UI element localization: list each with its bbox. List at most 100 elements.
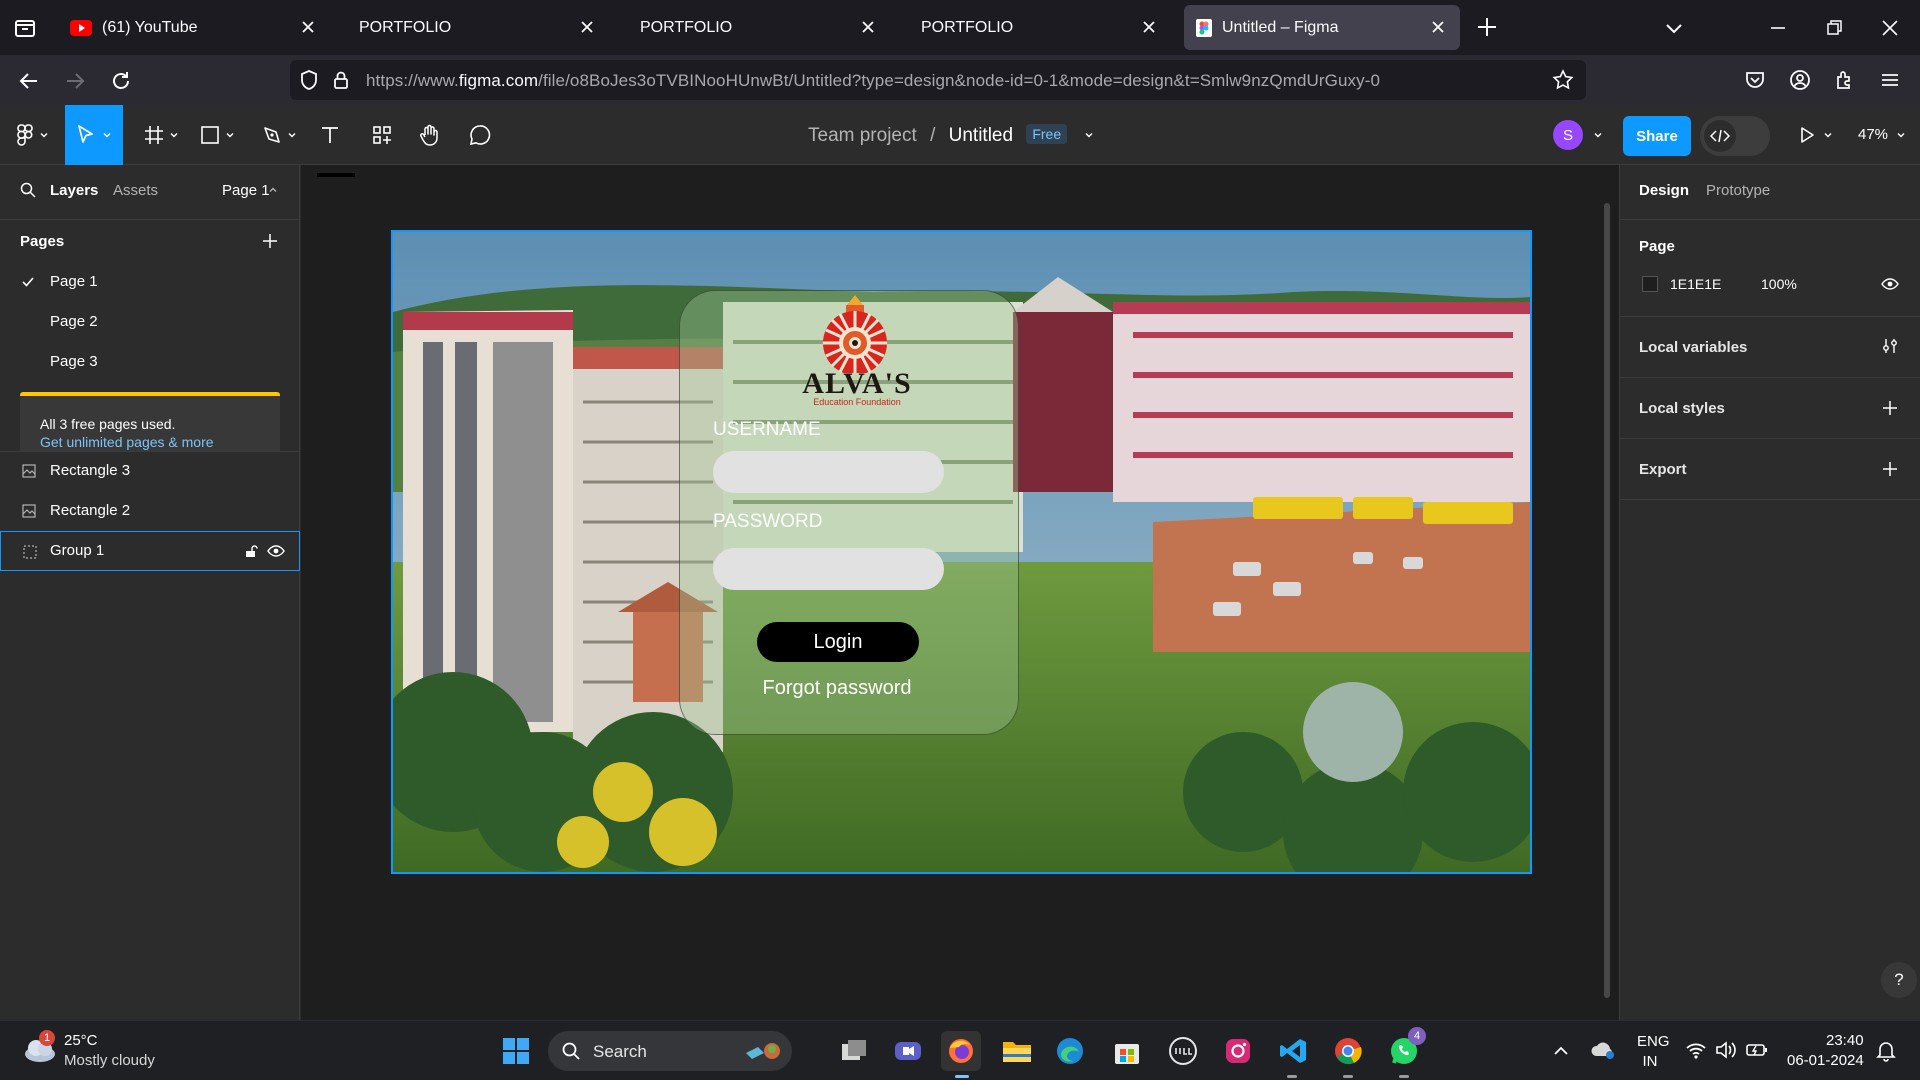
export-heading[interactable]: Export [1639, 461, 1687, 478]
close-icon[interactable] [1139, 17, 1159, 37]
taskbar-search-box[interactable]: Search [548, 1031, 792, 1071]
variables-adjust-icon[interactable] [1881, 337, 1899, 355]
page-color-opacity[interactable]: 100% [1761, 276, 1797, 292]
unlock-icon[interactable] [244, 544, 258, 558]
chevron-up-icon[interactable] [268, 185, 278, 195]
task-view-icon[interactable] [834, 1031, 874, 1071]
instagram-icon[interactable] [1218, 1031, 1258, 1071]
vscode-icon[interactable] [1273, 1031, 1313, 1071]
tab-figma[interactable]: Untitled – Figma [1184, 5, 1460, 50]
dell-icon[interactable] [1163, 1031, 1203, 1071]
meet-video-icon[interactable] [888, 1031, 928, 1071]
chevron-down-icon[interactable] [1896, 130, 1906, 140]
page-item-1[interactable]: Page 1 [0, 262, 300, 302]
design-frame[interactable]: ALVA'S Education Foundation USERNAME PAS… [391, 230, 1532, 874]
language-code[interactable]: ENG [1637, 1033, 1670, 1050]
move-tool-button[interactable] [65, 105, 123, 165]
close-icon[interactable] [577, 17, 597, 37]
figma-canvas[interactable]: ALVA'S Education Foundation USERNAME PAS… [301, 165, 1619, 1020]
page-item-3[interactable]: Page 3 [0, 342, 300, 382]
edge-browser-icon[interactable] [1050, 1031, 1090, 1071]
hand-tool-button[interactable] [415, 115, 445, 155]
tab-portfolio-2[interactable]: PORTFOLIO [618, 5, 890, 50]
forward-arrow-icon[interactable] [62, 68, 88, 94]
zoom-level[interactable]: 47% [1858, 126, 1888, 143]
firefox-icon[interactable] [941, 1031, 981, 1071]
chevron-down-icon[interactable] [1662, 16, 1686, 40]
clock-time[interactable]: 23:40 [1826, 1032, 1864, 1049]
comment-tool-button[interactable] [465, 115, 495, 155]
help-button[interactable]: ? [1881, 962, 1917, 998]
bookmark-star-icon[interactable] [1552, 69, 1574, 91]
restore-icon[interactable] [1822, 16, 1846, 40]
volume-icon[interactable] [1714, 1040, 1736, 1060]
team-name[interactable]: Team project [808, 125, 917, 146]
clock-date[interactable]: 06-01-2024 [1787, 1052, 1864, 1069]
resources-tool-button[interactable] [367, 115, 397, 155]
local-variables-heading[interactable]: Local variables [1639, 339, 1747, 356]
page-selector[interactable]: Page 1 [222, 182, 270, 199]
tab-layers[interactable]: Layers [50, 182, 98, 199]
account-icon[interactable] [1788, 68, 1812, 92]
pen-tool-button[interactable] [258, 115, 300, 155]
login-button[interactable]: Login [757, 622, 919, 662]
tab-list-icon[interactable] [12, 15, 38, 41]
dev-mode-toggle[interactable] [1700, 116, 1770, 156]
chevron-down-icon[interactable] [1823, 130, 1833, 140]
window-close-icon[interactable] [1878, 16, 1902, 40]
tab-portfolio-3[interactable]: PORTFOLIO [899, 5, 1171, 50]
back-arrow-icon[interactable] [16, 68, 42, 94]
share-button[interactable]: Share [1623, 116, 1691, 156]
tab-youtube[interactable]: (61) YouTube [58, 5, 330, 50]
layer-row-group-1[interactable]: Group 1 [0, 531, 300, 571]
lock-icon[interactable] [330, 69, 352, 91]
avatar[interactable]: S [1553, 120, 1583, 150]
minimize-icon[interactable] [1766, 16, 1790, 40]
close-icon[interactable] [858, 17, 878, 37]
text-tool-button[interactable] [315, 115, 345, 155]
frame-tool-button[interactable] [140, 115, 182, 155]
tab-portfolio-1[interactable]: PORTFOLIO [337, 5, 609, 50]
close-icon[interactable] [298, 17, 318, 37]
file-name[interactable]: Untitled [949, 125, 1013, 146]
onedrive-icon[interactable] [1590, 1040, 1616, 1060]
add-export-plus-icon[interactable] [1882, 461, 1898, 477]
file-explorer-icon[interactable] [997, 1031, 1037, 1071]
shape-tool-button[interactable] [196, 115, 238, 155]
extensions-icon[interactable] [1833, 68, 1857, 92]
password-input[interactable] [713, 548, 944, 590]
page-item-2[interactable]: Page 2 [0, 302, 300, 342]
chevron-up-icon[interactable] [1552, 1042, 1570, 1060]
shield-icon[interactable] [298, 69, 320, 91]
main-menu-button[interactable] [12, 115, 54, 155]
search-icon[interactable] [20, 182, 36, 198]
add-style-plus-icon[interactable] [1882, 400, 1898, 416]
tab-design[interactable]: Design [1639, 182, 1689, 199]
present-play-icon[interactable] [1797, 125, 1817, 145]
page-color-hex[interactable]: 1E1E1E [1670, 276, 1721, 292]
chevron-down-icon[interactable] [1593, 130, 1603, 140]
add-page-plus-icon[interactable] [262, 233, 278, 249]
tab-assets[interactable]: Assets [113, 182, 158, 199]
wifi-icon[interactable] [1685, 1040, 1707, 1060]
plan-badge[interactable]: Free [1026, 124, 1068, 144]
forgot-password-link[interactable]: Forgot password [734, 677, 940, 700]
username-input[interactable] [713, 451, 944, 493]
chrome-icon[interactable] [1328, 1031, 1368, 1071]
tab-prototype[interactable]: Prototype [1706, 182, 1770, 199]
url-text[interactable]: https://www.figma.com/file/o8BoJes3oTVBI… [366, 71, 1380, 91]
weather-cloud-icon[interactable]: 1 [22, 1030, 58, 1064]
pocket-icon[interactable] [1743, 68, 1767, 92]
language-region[interactable]: IN [1637, 1053, 1663, 1070]
layer-row-rectangle-2[interactable]: Rectangle 2 [0, 491, 300, 531]
new-tab-plus-icon[interactable] [1474, 14, 1500, 40]
upgrade-link[interactable]: Get unlimited pages & more [40, 434, 214, 450]
close-icon[interactable] [1428, 17, 1448, 37]
layer-row-rectangle-3[interactable]: Rectangle 3 [0, 451, 300, 491]
local-styles-heading[interactable]: Local styles [1639, 400, 1725, 417]
battery-icon[interactable] [1745, 1040, 1769, 1060]
chevron-down-icon[interactable] [1084, 130, 1094, 140]
notification-bell-icon[interactable] [1876, 1040, 1896, 1062]
reload-icon[interactable] [108, 68, 134, 94]
canvas-scrollbar[interactable] [1604, 203, 1610, 998]
